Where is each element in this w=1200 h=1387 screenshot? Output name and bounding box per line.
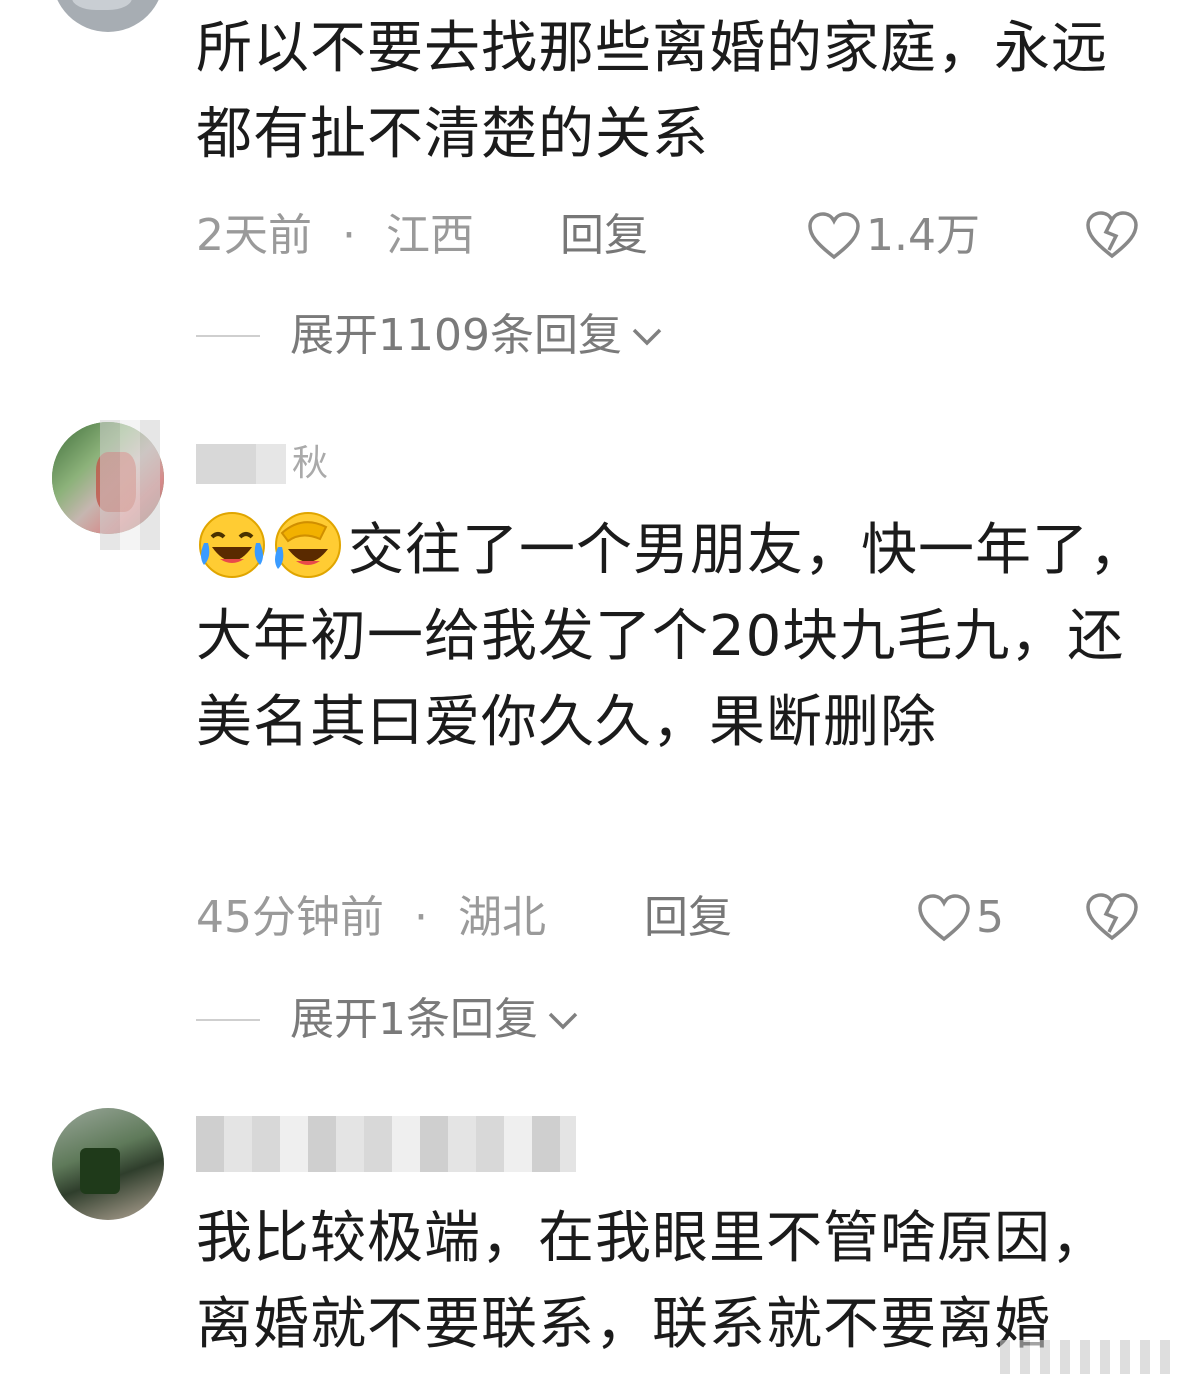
expand-label: 展开1109条回复	[290, 310, 622, 361]
avatar[interactable]	[52, 1108, 164, 1220]
username[interactable]	[196, 1116, 576, 1172]
dislike-button[interactable]	[1084, 892, 1140, 946]
meta-separator: ·	[414, 892, 428, 943]
expand-label: 展开1条回复	[290, 994, 538, 1045]
crying-laughing-emoji-icon	[199, 512, 265, 578]
expand-replies[interactable]: 展开1条回复	[196, 990, 580, 1050]
comment-text: 交往了一个男朋友，快一年了，大年初一给我发了个20块九毛九，还美名其曰爱你久久，…	[196, 508, 1156, 766]
heart-icon	[808, 212, 860, 260]
comment-location: 湖北	[458, 892, 546, 943]
chevron-down-icon	[548, 1012, 578, 1030]
heart-icon	[918, 894, 970, 942]
comment-time: 2天前	[196, 210, 312, 261]
comment-time: 45分钟前	[196, 892, 384, 943]
dislike-button[interactable]	[1084, 210, 1140, 264]
reply-button[interactable]: 回复	[560, 206, 648, 266]
like-button[interactable]: 5	[916, 888, 1004, 948]
meta-separator: ·	[342, 210, 356, 261]
avatar[interactable]	[52, 0, 164, 32]
watermark	[1000, 1340, 1180, 1374]
comment-location: 江西	[386, 210, 474, 261]
comment-meta: 45分钟前 · 湖北	[196, 888, 546, 948]
like-button[interactable]: 1.4万	[806, 206, 980, 266]
comment-text: 所以不要去找那些离婚的家庭，永远都有扯不清楚的关系	[196, 16, 1108, 167]
divider-line	[196, 1019, 260, 1021]
chevron-down-icon	[632, 328, 662, 346]
broken-heart-icon	[1086, 211, 1138, 259]
facepalm-laughing-emoji-icon	[275, 512, 341, 578]
divider-line	[196, 335, 260, 337]
like-count: 1.4万	[866, 210, 980, 261]
username[interactable]: 秋	[196, 444, 328, 484]
broken-heart-icon	[1086, 893, 1138, 941]
like-count: 5	[976, 892, 1004, 943]
comment-meta: 2天前 · 江西	[196, 206, 474, 266]
reply-button[interactable]: 回复	[644, 888, 732, 948]
blur-mosaic	[100, 420, 160, 550]
expand-replies[interactable]: 展开1109条回复	[196, 306, 664, 366]
username-visible: 秋	[292, 443, 329, 484]
